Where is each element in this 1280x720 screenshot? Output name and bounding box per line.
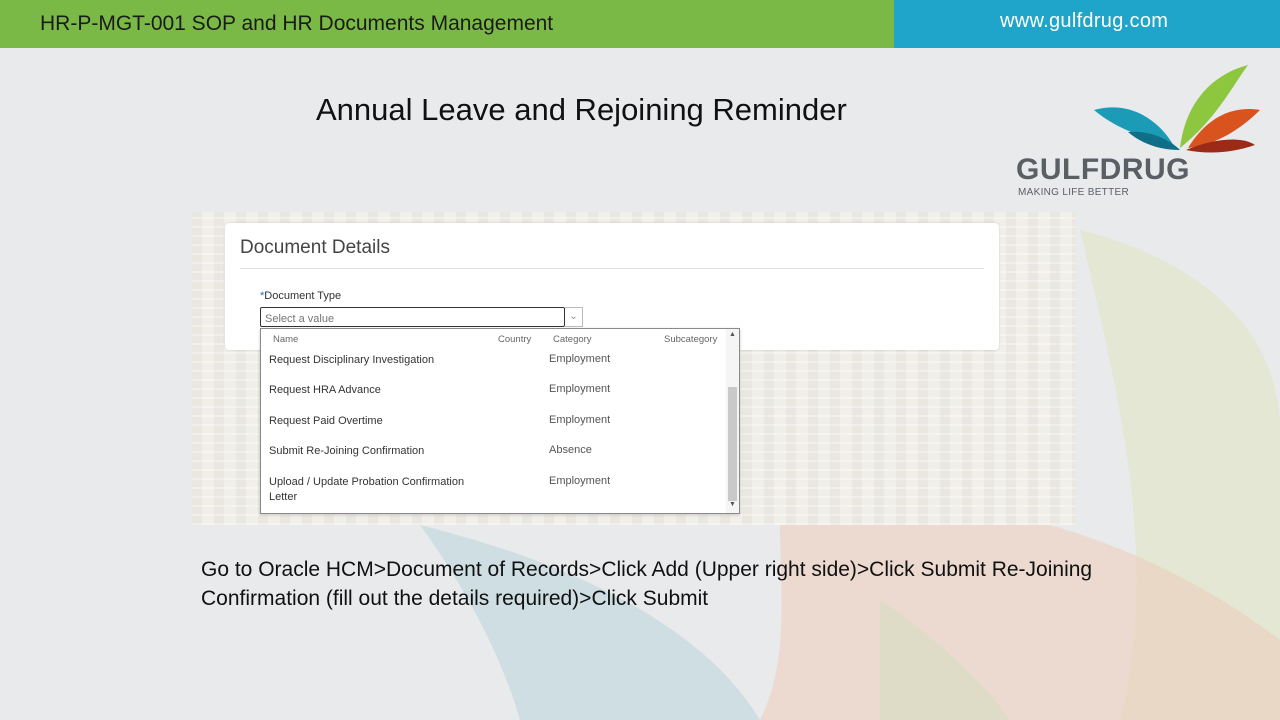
logo-tagline: MAKING LIFE BETTER	[1018, 187, 1129, 198]
scrollbar-thumb[interactable]	[728, 387, 737, 501]
divider	[240, 268, 984, 269]
slide-title: Annual Leave and Rejoining Reminder	[316, 92, 847, 127]
header-title: HR-P-MGT-001 SOP and HR Documents Manage…	[0, 0, 894, 48]
document-type-dropdown[interactable]: Name Country Category Subcategory Reques…	[260, 328, 740, 514]
instructions-text: Go to Oracle HCM>Document of Records>Cli…	[201, 558, 1093, 610]
option-name: Request Paid Overtime	[269, 415, 383, 427]
option-category: Employment	[549, 353, 611, 365]
document-type-label: *Document Type	[260, 290, 341, 302]
option-category: Employment	[549, 475, 611, 487]
option-name: Request Disciplinary Investigation	[269, 354, 435, 366]
option-category: Employment	[549, 383, 611, 395]
document-type-label-text: Document Type	[264, 290, 342, 302]
card-title: Document Details	[240, 237, 390, 258]
option-name: Upload / Update Probation Confirmation L…	[269, 476, 465, 503]
chevron-down-icon[interactable]: ⌄	[565, 307, 583, 327]
option-name: Request HRA Advance	[269, 384, 381, 396]
column-header-country: Country	[498, 334, 532, 345]
scroll-up-icon[interactable]: ▲	[727, 331, 738, 338]
column-header-category: Category	[553, 334, 592, 345]
column-header-subcategory: Subcategory	[664, 334, 718, 345]
option-category: Employment	[549, 414, 611, 426]
header-website: www.gulfdrug.com	[894, 0, 1280, 48]
option-category: Absence	[549, 444, 592, 456]
column-header-name: Name	[273, 334, 299, 345]
oracle-screenshot: Document Details *Document Type ⌄ Name C…	[192, 212, 1076, 525]
document-type-select[interactable]	[260, 307, 565, 327]
option-name: Submit Re-Joining Confirmation	[269, 445, 425, 457]
logo-wordmark: GULFDRUG	[1016, 153, 1190, 186]
scroll-down-icon[interactable]: ▼	[727, 501, 738, 508]
